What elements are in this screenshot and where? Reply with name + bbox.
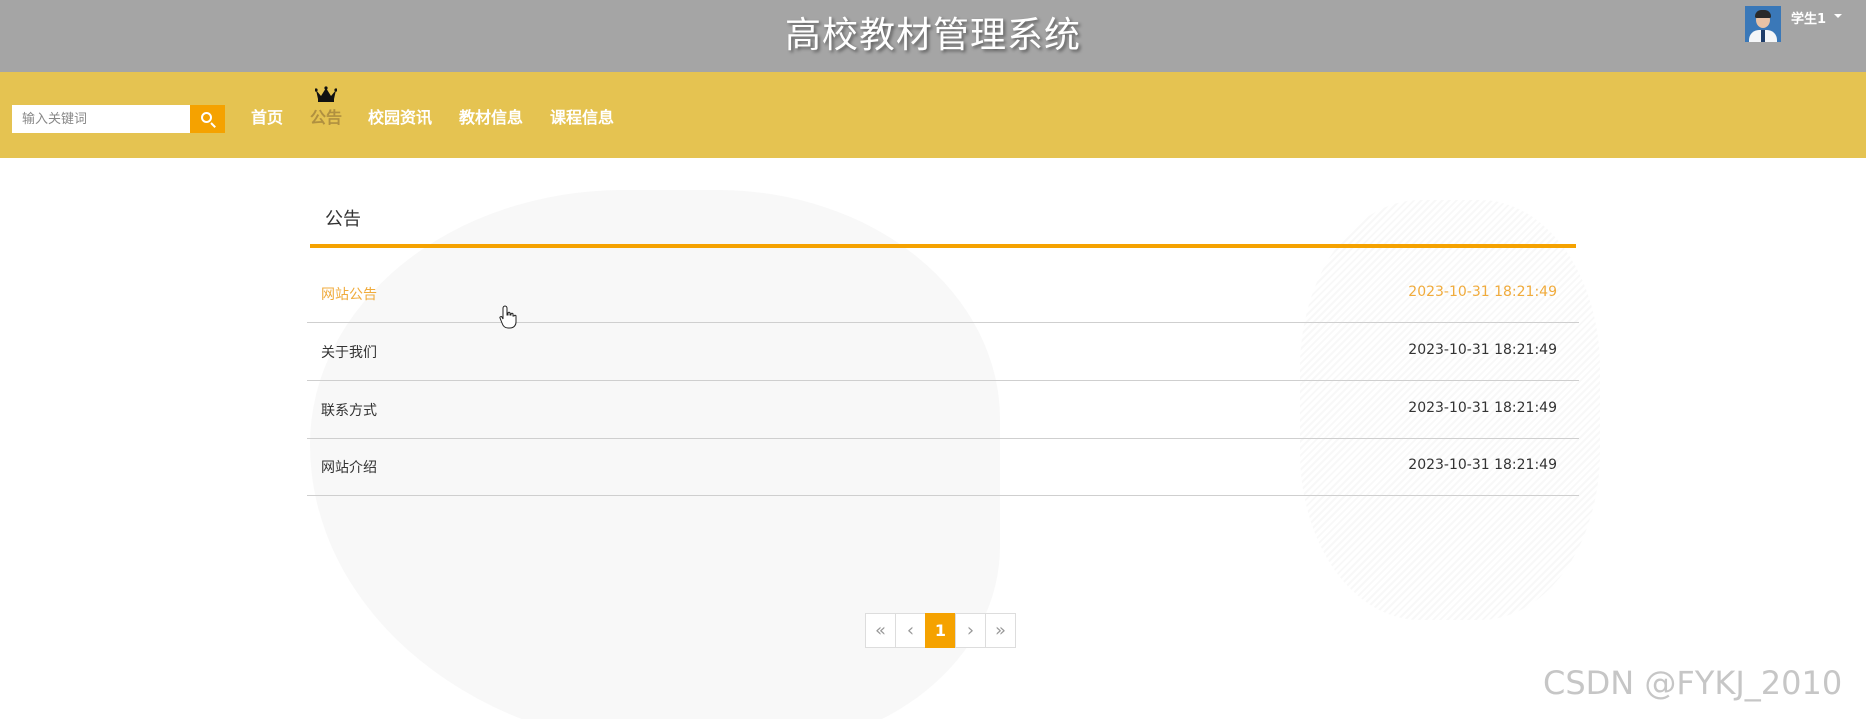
search-box [12,105,225,133]
notice-row[interactable]: 联系方式 2023-10-31 18:21:49 [307,381,1579,439]
nav-item-textbook-info[interactable]: 教材信息 [459,104,523,128]
notice-title[interactable]: 网站介绍 [321,457,377,477]
last-page-button[interactable]: » [985,613,1016,648]
user-name[interactable]: 学生1 [1791,8,1826,27]
nav-item-home[interactable]: 首页 [251,104,283,128]
section-title: 公告 [325,209,361,230]
notice-date: 2023-10-31 18:21:49 [1408,284,1557,300]
section-divider [310,244,1576,248]
search-input[interactable] [12,105,190,133]
notice-title[interactable]: 关于我们 [321,342,377,362]
first-page-button[interactable]: « [865,613,896,648]
avatar[interactable] [1745,6,1781,42]
prev-page-button[interactable]: ‹ [895,613,926,648]
nav-item-campus-news[interactable]: 校园资讯 [368,104,432,128]
nav-item-announcement[interactable]: 公告 [310,104,342,128]
top-header: 高校教材管理系统 学生1 [0,0,1866,72]
notice-title[interactable]: 联系方式 [321,400,377,420]
caret-down-icon[interactable] [1834,14,1843,18]
crown-icon [315,86,337,102]
watermark: CSDN @FYKJ_2010 [1543,664,1843,702]
nav-bar: 首页 公告 校园资讯 教材信息 课程信息 [0,72,1866,158]
hand-cursor-icon [499,305,517,329]
pagination: « ‹ 1 › » [865,613,1016,648]
notice-date: 2023-10-31 18:21:49 [1408,457,1557,473]
search-button[interactable] [190,105,225,133]
notice-date: 2023-10-31 18:21:49 [1408,342,1557,358]
notice-row[interactable]: 关于我们 2023-10-31 18:21:49 [307,323,1579,381]
notice-row[interactable]: 网站介绍 2023-10-31 18:21:49 [307,438,1579,496]
next-page-button[interactable]: › [955,613,986,648]
notice-title[interactable]: 网站公告 [321,284,377,304]
user-menu[interactable]: 学生1 [1745,6,1843,44]
nav-item-course-info[interactable]: 课程信息 [550,104,614,128]
site-title: 高校教材管理系统 [784,15,1081,56]
notice-date: 2023-10-31 18:21:49 [1408,400,1557,416]
notice-row[interactable]: 网站公告 2023-10-31 18:21:49 [307,265,1579,323]
current-page-button[interactable]: 1 [925,613,956,648]
